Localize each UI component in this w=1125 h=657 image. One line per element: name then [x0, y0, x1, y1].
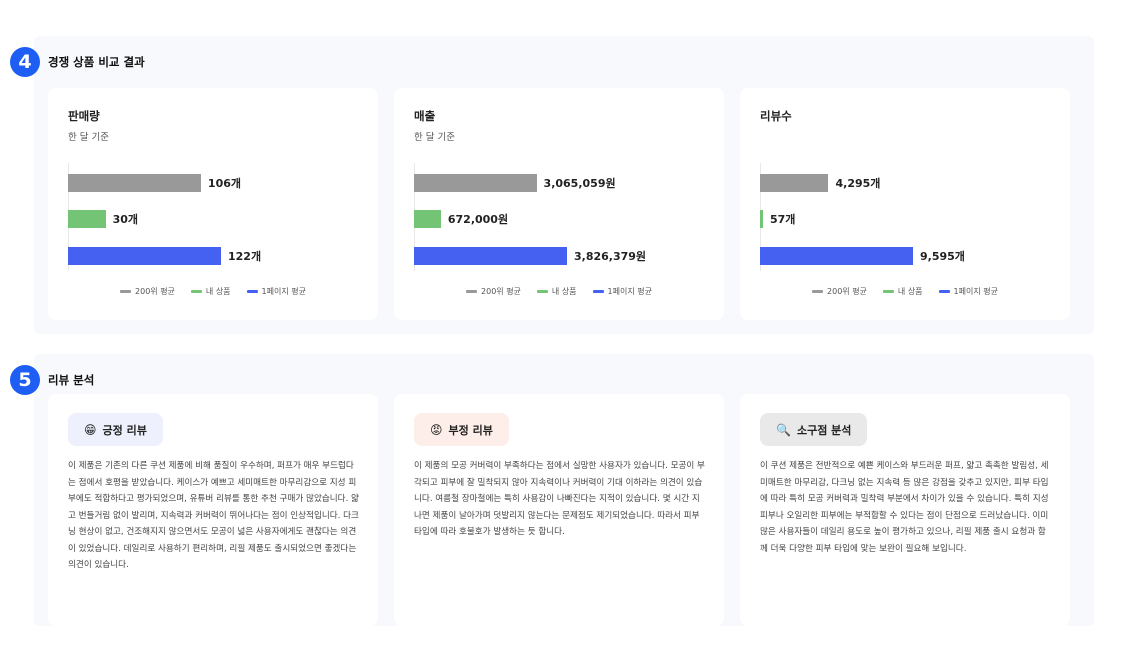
pill-label: 부정 리뷰 [448, 423, 493, 437]
card-subtitle: 한 달 기준 [68, 132, 109, 143]
bar [68, 210, 106, 228]
bar-row: 3,065,059원 [414, 174, 616, 192]
legend-label: 내 상품 [897, 287, 923, 296]
legend-item: 200위 평균 [120, 286, 175, 297]
bar-row: 57개 [760, 210, 795, 228]
legend-item: 내 상품 [536, 286, 577, 297]
chart-legend: 200위 평균 내 상품 1페이지 평균 [394, 286, 724, 297]
bar [760, 210, 763, 228]
bar-value-label: 9,595개 [920, 250, 965, 263]
legend-swatch [592, 290, 604, 293]
legend-item: 1페이지 평균 [246, 286, 306, 297]
bar-row: 122개 [68, 247, 261, 265]
card-title: 리뷰수 [760, 109, 792, 123]
bar-row: 4,295개 [760, 174, 880, 192]
bar [760, 174, 829, 192]
angry-face-icon: 😡 [430, 422, 443, 437]
legend-item: 200위 평균 [812, 286, 867, 297]
positive-review-label: 😁 긍정 리뷰 [68, 413, 163, 446]
review-analysis-section: 5 리뷰 분석 😁 긍정 리뷰 이 제품은 기존의 다른 쿠션 제품에 비해 품… [10, 354, 1094, 626]
legend-swatch [536, 290, 548, 293]
legend-swatch [882, 290, 894, 293]
bar-row: 3,826,379원 [414, 247, 646, 265]
bar [414, 210, 441, 228]
legend-label: 내 상품 [551, 287, 577, 296]
card-title: 매출 [414, 109, 436, 123]
legend-label: 1페이지 평균 [607, 287, 652, 296]
selling-point-card: 🔍 소구점 분석 이 쿠션 제품은 전반적으로 예쁜 케이스와 부드러운 퍼프,… [740, 394, 1070, 626]
bar-value-label: 3,065,059원 [543, 177, 616, 190]
card-title: 판매량 [68, 109, 100, 123]
legend-label: 1페이지 평균 [261, 287, 306, 296]
competitor-comparison-section: 4 경쟁 상품 비교 결과 판매량 한 달 기준 106개 30개 122개 200… [10, 36, 1094, 334]
bar-value-label: 30개 [112, 213, 139, 226]
legend-item: 1페이지 평균 [592, 286, 652, 297]
negative-review-card: 😡 부정 리뷰 이 제품의 모공 커버력이 부족하다는 점에서 실망한 사용자가… [394, 394, 724, 626]
negative-review-text: 이 제품의 모공 커버력이 부족하다는 점에서 실망한 사용자가 있습니다. 모… [414, 461, 705, 537]
negative-review-label: 😡 부정 리뷰 [414, 413, 509, 446]
bar-value-label: 3,826,379원 [574, 250, 647, 263]
legend-label: 200위 평균 [135, 287, 175, 296]
section-number-badge: 4 [10, 47, 40, 77]
legend-label: 1페이지 평균 [953, 287, 998, 296]
legend-item: 내 상품 [190, 286, 231, 297]
review-count-card: 리뷰수 4,295개 57개 9,595개 200위 평균 내 상품 1페이지 평균 [740, 88, 1070, 320]
magnifier-icon: 🔍 [776, 422, 791, 437]
section-number-badge: 5 [10, 365, 40, 395]
selling-point-label: 🔍 소구점 분석 [760, 413, 868, 446]
bar [414, 247, 567, 265]
bar-row: 30개 [68, 210, 138, 228]
legend-item: 200위 평균 [466, 286, 521, 297]
legend-label: 200위 평균 [827, 287, 867, 296]
bar-value-label: 122개 [228, 250, 262, 263]
bar [68, 247, 221, 265]
chart-legend: 200위 평균 내 상품 1페이지 평균 [740, 286, 1070, 297]
legend-swatch [466, 290, 478, 293]
section-title: 리뷰 분석 [48, 373, 95, 387]
bar-value-label: 57개 [770, 213, 796, 226]
legend-swatch [190, 290, 202, 293]
positive-review-text: 이 제품은 기존의 다른 쿠션 제품에 비해 품질이 우수하며, 퍼프가 매우 … [68, 461, 359, 570]
bar-row: 106개 [68, 174, 241, 192]
section-title: 경쟁 상품 비교 결과 [48, 55, 145, 69]
bar [414, 174, 537, 192]
legend-swatch [120, 290, 132, 293]
pill-label: 긍정 리뷰 [102, 423, 147, 437]
selling-point-text: 이 쿠션 제품은 전반적으로 예쁜 케이스와 부드러운 퍼프, 얇고 촉촉한 발… [760, 461, 1049, 554]
legend-label: 내 상품 [205, 287, 231, 296]
chart-legend: 200위 평균 내 상품 1페이지 평균 [48, 286, 378, 297]
legend-swatch [246, 290, 258, 293]
positive-review-card: 😁 긍정 리뷰 이 제품은 기존의 다른 쿠션 제품에 비해 품질이 우수하며,… [48, 394, 378, 626]
sales-volume-card: 판매량 한 달 기준 106개 30개 122개 200위 평균 내 상품 1페이지 평… [48, 88, 378, 320]
revenue-card: 매출 한 달 기준 3,065,059원 672,000원 3,826,379원 2… [394, 88, 724, 320]
bar [760, 247, 913, 265]
legend-label: 200위 평균 [481, 287, 521, 296]
bar-value-label: 106개 [207, 177, 242, 190]
card-subtitle: 한 달 기준 [414, 132, 455, 143]
legend-swatch [812, 290, 824, 293]
legend-swatch [938, 290, 950, 293]
grinning-face-icon: 😁 [84, 422, 97, 437]
bar-row: 9,595개 [760, 247, 965, 265]
bar-row: 672,000원 [414, 210, 508, 228]
pill-label: 소구점 분석 [796, 423, 852, 437]
bar-value-label: 672,000원 [447, 213, 509, 226]
bar [68, 174, 201, 192]
legend-item: 내 상품 [882, 286, 923, 297]
bar-value-label: 4,295개 [835, 177, 881, 190]
legend-item: 1페이지 평균 [938, 286, 998, 297]
